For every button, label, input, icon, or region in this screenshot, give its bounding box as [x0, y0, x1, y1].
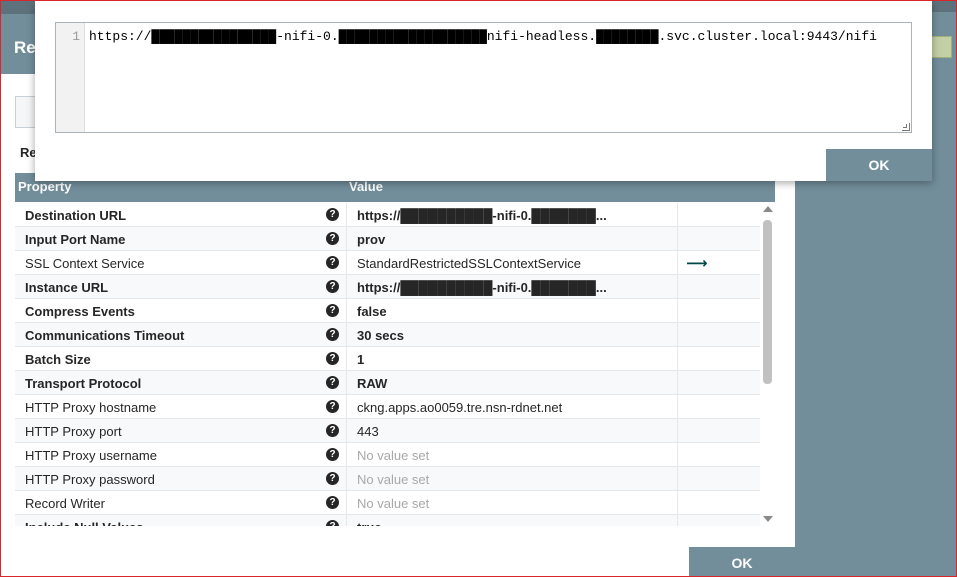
scroll-thumb[interactable] [763, 220, 772, 384]
property-name: Batch Size [25, 352, 91, 367]
property-table-body: Destination URL? https://██████████-nifi-… [15, 203, 760, 526]
arrow-right-icon[interactable]: ⟶ [686, 254, 708, 272]
dialog-title: Re [14, 38, 36, 57]
table-row[interactable]: HTTP Proxy password? No value set [15, 467, 760, 491]
scroll-down-icon[interactable] [763, 516, 773, 522]
table-row[interactable]: HTTP Proxy hostname? ckng.apps.ao0059.tre… [15, 395, 760, 419]
property-name: HTTP Proxy password [25, 472, 155, 487]
property-actions [677, 395, 760, 419]
editor-ok-button[interactable]: OK [826, 149, 932, 181]
column-header-property[interactable]: Property [18, 179, 71, 194]
property-actions [677, 419, 760, 443]
table-row[interactable]: Batch Size? 1 [15, 347, 760, 371]
table-row[interactable]: SSL Context Service? StandardRestrictedSS… [15, 251, 760, 275]
property-actions [677, 371, 760, 395]
property-value[interactable]: https://██████████-nifi-0.███████... [346, 203, 677, 227]
property-value[interactable]: 30 secs [346, 323, 677, 347]
background-status-chip [930, 36, 952, 58]
help-icon[interactable]: ? [326, 448, 339, 461]
property-actions [677, 467, 760, 491]
property-value[interactable]: No value set [346, 491, 677, 515]
column-header-value[interactable]: Value [349, 179, 383, 194]
property-name: Input Port Name [25, 232, 126, 247]
property-name: Record Writer [25, 496, 105, 511]
table-row[interactable]: Instance URL? https://██████████-nifi-0.█… [15, 275, 760, 299]
table-row[interactable]: Destination URL? https://██████████-nifi-… [15, 203, 760, 227]
property-name: HTTP Proxy username [25, 448, 157, 463]
property-name: SSL Context Service [25, 256, 145, 271]
property-value[interactable]: RAW [346, 371, 677, 395]
property-value[interactable]: prov [346, 227, 677, 251]
line-gutter: 1 [56, 23, 85, 132]
property-name: HTTP Proxy port [25, 424, 122, 439]
table-row[interactable]: Compress Events? false [15, 299, 760, 323]
property-name: Include Null Values [15, 515, 346, 526]
property-actions [677, 299, 760, 323]
property-value[interactable]: 443 [346, 419, 677, 443]
property-value[interactable]: false [346, 299, 677, 323]
help-icon[interactable]: ? [326, 424, 339, 437]
property-value[interactable]: ckng.apps.ao0059.tre.nsn-rdnet.net [346, 395, 677, 419]
property-actions [677, 203, 760, 227]
help-icon[interactable]: ? [326, 256, 339, 269]
table-row[interactable]: Record Writer? No value set [15, 491, 760, 515]
table-scrollbar[interactable] [760, 203, 775, 526]
property-value[interactable]: 1 [346, 347, 677, 371]
property-name: Destination URL [25, 208, 127, 223]
dialog-ok-button[interactable]: OK [689, 547, 795, 577]
help-icon[interactable]: ? [326, 232, 339, 245]
help-icon[interactable]: ? [326, 352, 339, 365]
property-actions [677, 347, 760, 371]
help-icon[interactable]: ? [326, 328, 339, 341]
help-icon[interactable]: ? [326, 472, 339, 485]
property-name: Communications Timeout [25, 328, 185, 343]
property-name: HTTP Proxy hostname [25, 400, 157, 415]
property-actions [677, 443, 760, 467]
resize-handle-icon[interactable] [902, 123, 910, 131]
property-value[interactable]: StandardRestrictedSSLContextService [346, 251, 677, 275]
property-value[interactable]: https://██████████-nifi-0.███████... [346, 275, 677, 299]
property-name: Transport Protocol [25, 376, 142, 391]
property-actions [677, 275, 760, 299]
table-row[interactable]: Communications Timeout? 30 secs [15, 323, 760, 347]
help-icon[interactable]: ? [326, 376, 339, 389]
property-actions [677, 323, 760, 347]
value-editor-popup: 1 https://████████████████-nifi-0.██████… [35, 0, 932, 181]
property-name: Compress Events [25, 304, 135, 319]
table-row[interactable]: Transport Protocol? RAW [15, 371, 760, 395]
help-icon[interactable]: ? [326, 520, 339, 526]
editor-text[interactable]: https://████████████████-nifi-0.████████… [89, 29, 877, 44]
property-actions: ⟶ [677, 251, 760, 275]
help-icon[interactable]: ? [326, 304, 339, 317]
table-row[interactable]: Input Port Name? prov [15, 227, 760, 251]
help-icon[interactable]: ? [326, 400, 339, 413]
property-actions [677, 227, 760, 251]
table-row[interactable]: HTTP Proxy port? 443 [15, 419, 760, 443]
help-icon[interactable]: ? [326, 208, 339, 221]
value-editor[interactable]: 1 https://████████████████-nifi-0.██████… [55, 22, 912, 133]
property-name: Instance URL [25, 280, 109, 295]
table-row[interactable]: HTTP Proxy username? No value set [15, 443, 760, 467]
table-row[interactable]: Include Null Values? true [15, 515, 760, 526]
property-value[interactable]: true [346, 515, 677, 526]
help-icon[interactable]: ? [326, 496, 339, 509]
property-actions [677, 491, 760, 515]
property-value[interactable]: No value set [346, 467, 677, 491]
line-number: 1 [72, 29, 80, 44]
help-icon[interactable]: ? [326, 280, 339, 293]
scroll-up-icon[interactable] [763, 206, 773, 212]
property-actions [677, 515, 760, 526]
property-value[interactable]: No value set [346, 443, 677, 467]
